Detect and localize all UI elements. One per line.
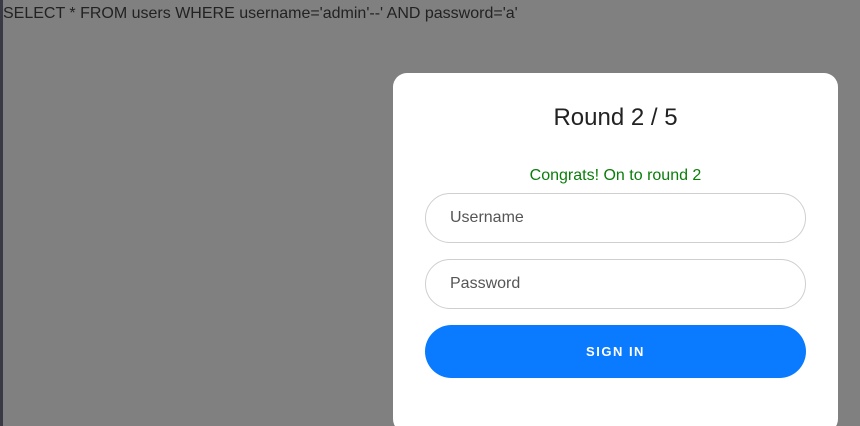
success-message: Congrats! On to round 2 — [529, 167, 702, 184]
window-left-edge — [0, 0, 3, 426]
username-input[interactable] — [425, 193, 806, 243]
sql-query-text: SELECT * FROM users WHERE username='admi… — [3, 5, 518, 22]
sign-in-button[interactable]: SIGN IN — [425, 325, 806, 378]
password-input[interactable] — [425, 259, 806, 309]
login-card: Round 2 / 5 Congrats! On to round 2 SIGN… — [393, 73, 838, 426]
round-title: Round 2 / 5 — [553, 104, 678, 131]
